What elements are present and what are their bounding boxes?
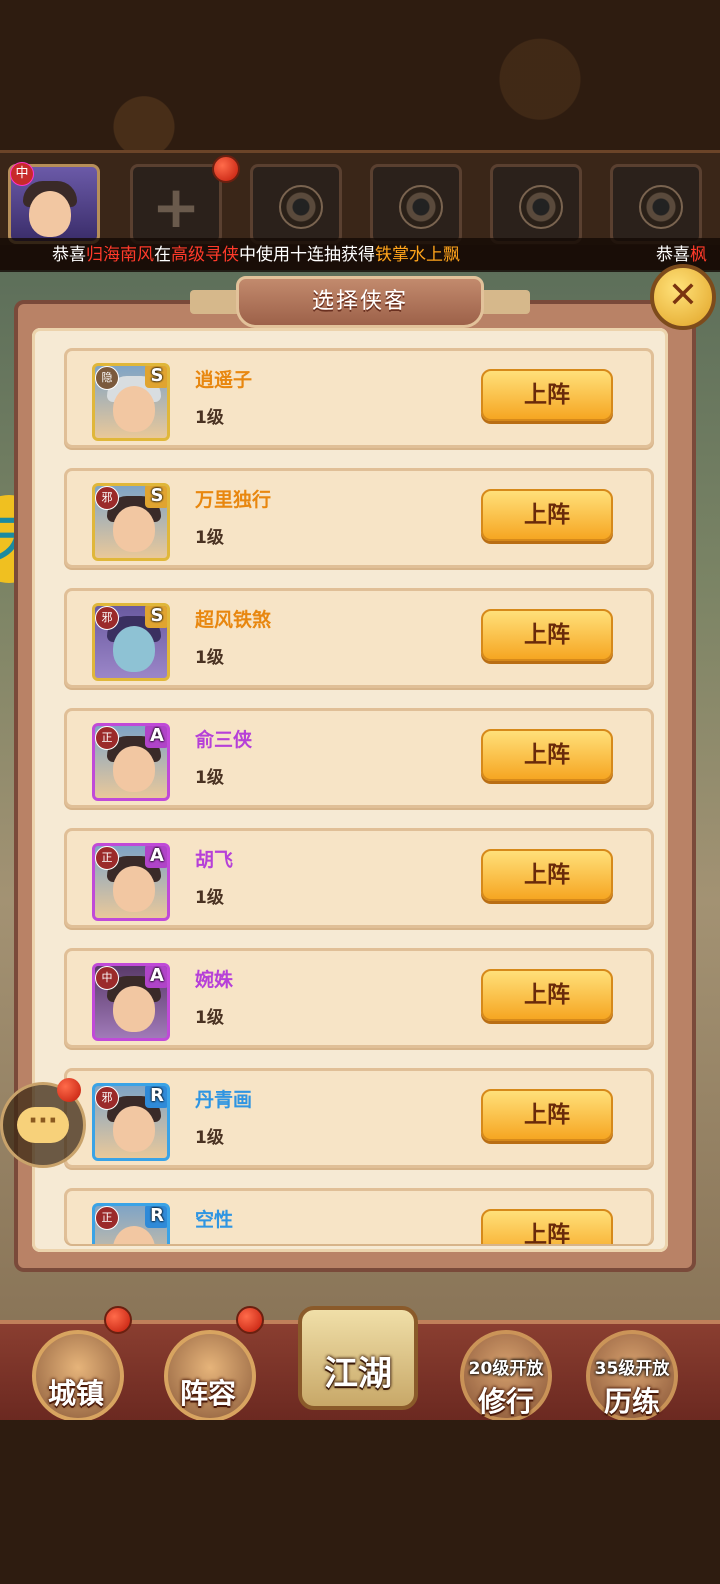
- nav-lineup-label: 阵容: [179, 1377, 236, 1410]
- face: [113, 386, 155, 432]
- bottom-background: [0, 1420, 720, 1584]
- deploy-button[interactable]: 上阵: [481, 849, 613, 901]
- rank-badge: S: [145, 486, 167, 508]
- plus-icon: +: [151, 173, 201, 241]
- lineup-slot-locked[interactable]: [610, 164, 702, 244]
- lineup-slot-locked[interactable]: [490, 164, 582, 244]
- hero-card: 正A 俞三侠 1级 上阵: [64, 708, 654, 808]
- face: [113, 866, 155, 912]
- hero-card: 邪S 超风铁煞 1级 上阵: [64, 588, 654, 688]
- hero-card: 中A 婉姝 1级 上阵: [64, 948, 654, 1048]
- lock-icon: [279, 185, 323, 229]
- face: [113, 746, 155, 792]
- nav-train-lock-text: 35级开放: [594, 1359, 670, 1379]
- hero-level: 1级: [195, 528, 224, 548]
- marquee-message: 恭喜归海南风在高级寻侠中使用十连抽获得铁掌水上飘: [52, 245, 460, 265]
- nav-cultivate-lock-text: 20级开放: [468, 1359, 544, 1379]
- nav-lineup-dot: [236, 1306, 264, 1334]
- hero-card: 隐S 逍遥子 1级 上阵: [64, 348, 654, 448]
- face: [113, 1106, 155, 1152]
- rank-badge: A: [145, 846, 167, 868]
- hero-level: 1级: [195, 648, 224, 668]
- hero-portrait[interactable]: 正R: [92, 1203, 170, 1244]
- hero-name: 丹青画: [195, 1089, 253, 1111]
- face: [113, 506, 155, 552]
- nav-cultivate-label: 修行: [477, 1385, 534, 1418]
- notification-dot: [212, 155, 240, 183]
- rank-badge: S: [145, 366, 167, 388]
- hero-portrait[interactable]: 隐S: [92, 363, 170, 441]
- rank-badge: A: [145, 726, 167, 748]
- lock-icon: [399, 185, 443, 229]
- lineup-slot-locked[interactable]: [370, 164, 462, 244]
- deploy-button[interactable]: 上阵: [481, 969, 613, 1021]
- faction-badge: 邪: [95, 486, 119, 510]
- panel-title: 选择侠客: [236, 276, 484, 328]
- faction-badge: 中: [95, 966, 119, 990]
- hero-card: 正R 空性 上阵: [64, 1188, 654, 1244]
- lock-icon: [519, 185, 563, 229]
- hero-name: 胡飞: [195, 849, 234, 871]
- hero-level: 1级: [195, 888, 224, 908]
- rank-badge: A: [145, 966, 167, 988]
- faction-badge: 正: [95, 726, 119, 750]
- hero-name: 万里独行: [195, 489, 272, 511]
- lineup-slot-locked[interactable]: [250, 164, 342, 244]
- nav-train-label: 历练: [603, 1385, 660, 1418]
- hero-portrait[interactable]: 邪S: [92, 483, 170, 561]
- deploy-button[interactable]: 上阵: [481, 609, 613, 661]
- faction-badge: 正: [95, 846, 119, 870]
- face: [113, 626, 155, 672]
- hero-faction-badge: 中: [10, 162, 34, 186]
- hero-name: 逍遥子: [195, 369, 253, 391]
- rank-badge: S: [145, 606, 167, 628]
- faction-badge: 邪: [95, 606, 119, 630]
- close-button[interactable]: ✕: [650, 264, 716, 330]
- deploy-button[interactable]: 上阵: [481, 489, 613, 541]
- lock-icon: [639, 185, 683, 229]
- hero-portrait[interactable]: 邪R: [92, 1083, 170, 1161]
- hero-level: 1级: [195, 768, 224, 788]
- hero-name: 空性: [195, 1209, 234, 1231]
- lineup-slot-add[interactable]: +: [130, 164, 222, 244]
- hero-level: 1级: [195, 408, 224, 428]
- deploy-button[interactable]: 上阵: [481, 369, 613, 421]
- hero-card: 邪R 丹青画 1级 上阵: [64, 1068, 654, 1168]
- faction-badge: 正: [95, 1206, 119, 1230]
- hero-portrait[interactable]: 中A: [92, 963, 170, 1041]
- hero-face: [29, 191, 71, 237]
- nav-town-dot: [104, 1306, 132, 1334]
- hero-card: 正A 胡飞 1级 上阵: [64, 828, 654, 928]
- faction-badge: 邪: [95, 1086, 119, 1110]
- hero-portrait[interactable]: 正A: [92, 723, 170, 801]
- hero-level: 1级: [195, 1128, 224, 1148]
- deploy-button[interactable]: 上阵: [481, 1089, 613, 1141]
- face: [113, 986, 155, 1032]
- nav-town-label: 城镇: [47, 1377, 104, 1410]
- hero-card: 邪S 万里独行 1级 上阵: [64, 468, 654, 568]
- hero-name: 俞三侠: [195, 729, 253, 751]
- chat-notification-dot: [57, 1078, 81, 1102]
- chat-icon: ···: [17, 1107, 69, 1143]
- hero-name: 婉姝: [195, 969, 234, 991]
- hero-portrait[interactable]: 邪S: [92, 603, 170, 681]
- rank-badge: R: [145, 1086, 167, 1108]
- hero-portrait[interactable]: 正A: [92, 843, 170, 921]
- rank-badge: R: [145, 1206, 167, 1228]
- faction-badge: 隐: [95, 366, 119, 390]
- deploy-button[interactable]: 上阵: [481, 1209, 613, 1244]
- hero-level: 1级: [195, 1008, 224, 1028]
- hero-name: 超风铁煞: [195, 609, 272, 631]
- deploy-button[interactable]: 上阵: [481, 729, 613, 781]
- announcement-marquee: 恭喜归海南风在高级寻侠中使用十连抽获得铁掌水上飘 恭喜枫: [0, 238, 720, 272]
- nav-jianghu-label: 江湖: [324, 1354, 392, 1394]
